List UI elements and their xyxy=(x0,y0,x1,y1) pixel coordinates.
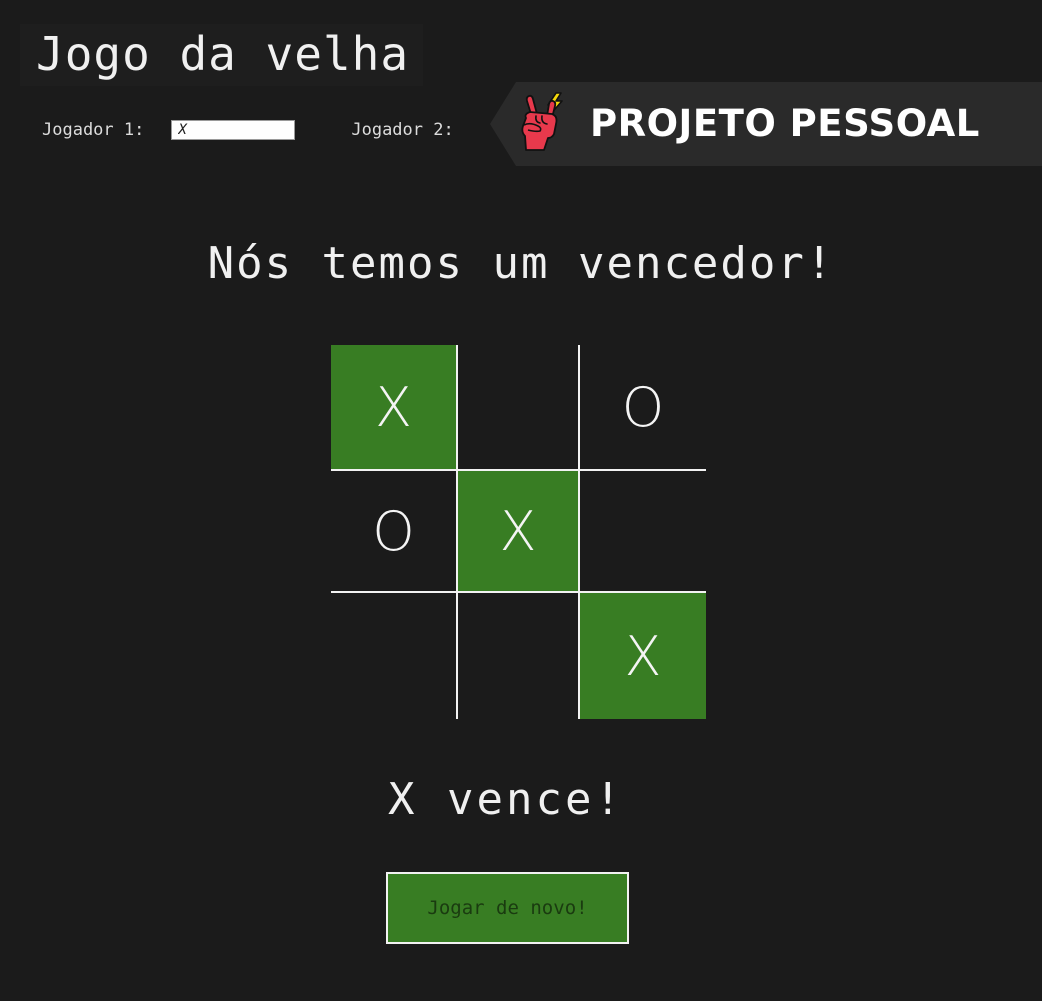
player2-label: Jogador 2: xyxy=(351,120,454,140)
personal-project-banner: PROJETO PESSOAL xyxy=(490,82,1042,166)
play-again-button[interactable]: Jogar de novo! xyxy=(386,872,629,944)
rock-hand-icon xyxy=(521,92,563,151)
board-cell[interactable] xyxy=(458,593,578,719)
tic-tac-toe-board: X O O X X xyxy=(331,345,706,719)
board-cell[interactable]: X xyxy=(580,593,706,719)
board-cell[interactable] xyxy=(458,345,578,469)
board-cell[interactable]: O xyxy=(331,471,456,591)
winner-heading: Nós temos um vencedor! xyxy=(207,238,835,289)
board-cell[interactable]: X xyxy=(331,345,456,469)
board-cell[interactable] xyxy=(580,471,706,591)
board-cell[interactable] xyxy=(331,593,456,719)
banner-text: PROJETO PESSOAL xyxy=(590,102,980,145)
player-names-form: Jogador 1: Jogador 2: xyxy=(42,116,454,144)
page-title: Jogo da velha xyxy=(20,24,424,86)
player1-input[interactable] xyxy=(171,120,296,140)
board-cell[interactable]: O xyxy=(580,345,706,469)
player1-label: Jogador 1: xyxy=(42,120,145,140)
board-cell[interactable]: X xyxy=(458,471,578,591)
result-text: X vence! xyxy=(388,774,624,825)
